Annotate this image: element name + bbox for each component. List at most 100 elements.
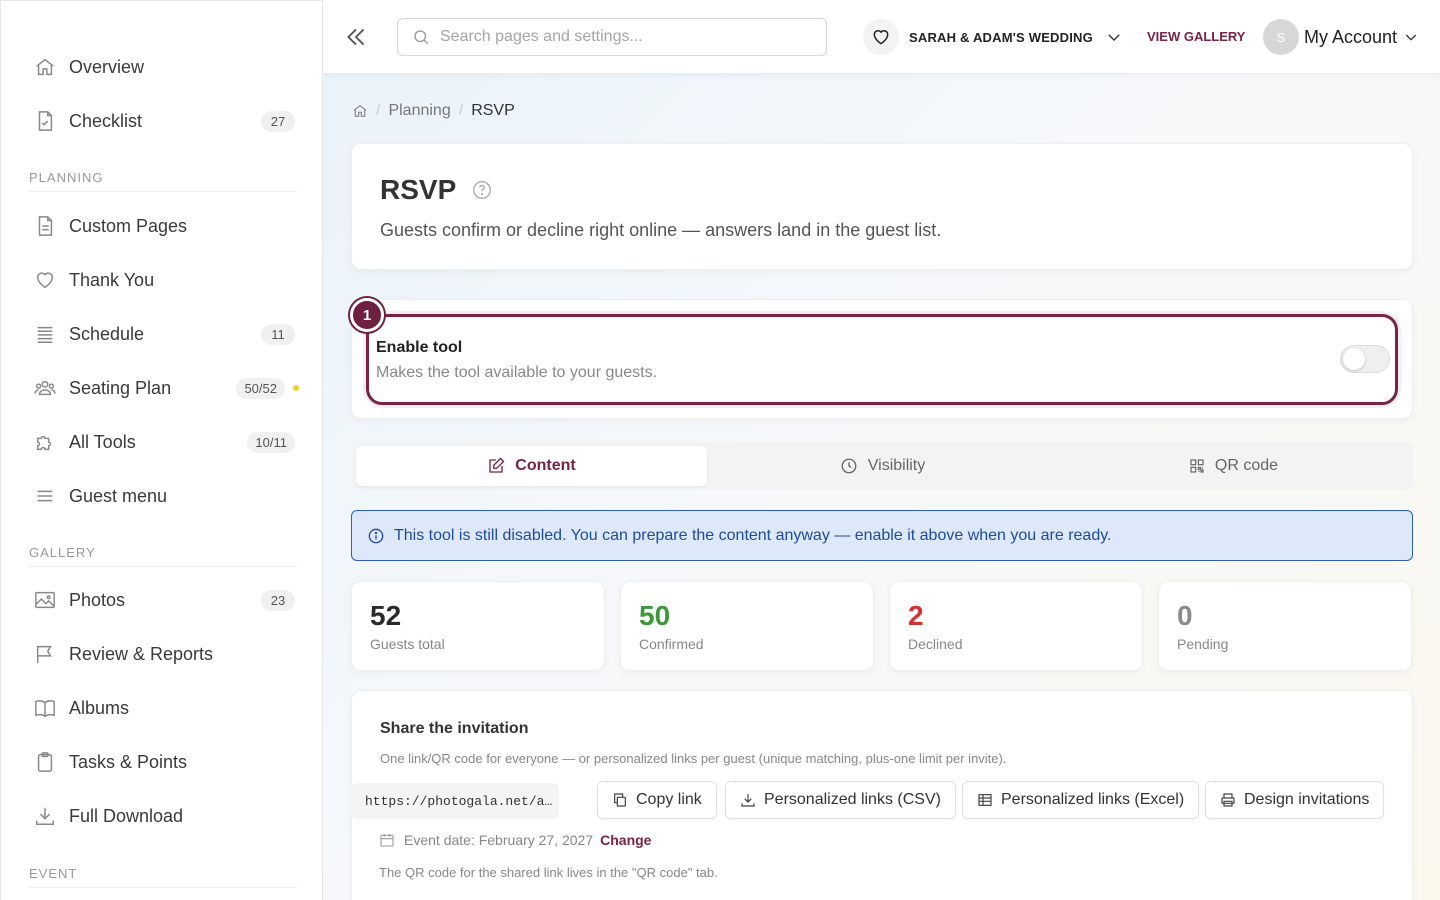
search-input[interactable] — [440, 28, 810, 46]
sidebar-item-label: Schedule — [69, 323, 145, 344]
sidebar-item-overview[interactable]: Overview — [29, 47, 295, 87]
sidebar-item-label: Checklist — [69, 110, 143, 131]
home-icon[interactable] — [352, 103, 368, 119]
share-subtitle: One link/QR code for everyone — or perso… — [380, 751, 1007, 766]
button-label: Design invitations — [1244, 791, 1370, 808]
stat-value: 50 — [639, 600, 671, 631]
sidebar-item-label: Overview — [69, 56, 145, 77]
sidebar-item-label: Photos — [69, 589, 126, 610]
stat-label: Declined — [908, 636, 963, 652]
menu-icon — [29, 485, 61, 507]
breadcrumb-planning[interactable]: Planning — [388, 102, 450, 120]
tab-content[interactable]: Content — [356, 446, 707, 486]
sidebar-item-label: Full Download — [69, 805, 184, 826]
event-name: SARAH & ADAM'S WEDDING — [909, 29, 1093, 45]
personalized-links-csv-button[interactable]: Personalized links (CSV) — [725, 781, 956, 819]
count-badge: 10/11 — [247, 431, 295, 453]
breadcrumb-separator: / — [458, 102, 464, 119]
double-chevron-left-icon — [347, 28, 365, 46]
header-card: RSVP Guests confirm or decline right onl… — [351, 143, 1413, 270]
checklist-icon — [29, 110, 61, 132]
clock-icon — [841, 458, 857, 474]
sidebar-item-checklist[interactable]: Checklist 27 — [29, 101, 295, 141]
copy-link-button[interactable]: Copy link — [597, 781, 717, 819]
sidebar-item-label: Thank You — [69, 269, 155, 290]
sidebar-item-full-download[interactable]: Full Download — [29, 796, 295, 836]
image-icon — [29, 589, 61, 611]
page-title: RSVP — [380, 174, 457, 205]
sidebar-item-guest-menu[interactable]: Guest menu — [29, 476, 295, 516]
heart-icon — [29, 269, 61, 291]
info-icon — [368, 528, 384, 543]
printer-icon — [1221, 793, 1235, 807]
sidebar-item-albums[interactable]: Albums — [29, 688, 295, 728]
help-icon[interactable] — [472, 180, 492, 200]
download-icon — [741, 794, 755, 807]
search-box[interactable] — [397, 18, 827, 56]
sidebar-item-thank-you[interactable]: Thank You — [29, 260, 295, 300]
event-date: Event date: February 27, 2027 — [404, 832, 594, 848]
account-menu[interactable]: S My Account — [1263, 18, 1419, 56]
sidebar: Overview Checklist 27 PLANNING Custom Pa… — [0, 0, 323, 900]
count-badge: 27 — [261, 110, 295, 132]
status-dot — [293, 385, 299, 391]
sidebar-item-photos[interactable]: Photos 23 — [29, 580, 295, 620]
section-heading-gallery: GALLERY — [29, 545, 297, 567]
main-content: SARAH & ADAM'S WEDDING VIEW GALLERY S My… — [323, 0, 1440, 900]
enable-tool-highlight: 1 Enable tool Makes the tool available t… — [350, 298, 1398, 405]
schedule-icon — [29, 323, 61, 345]
share-link-field[interactable]: https://photogala.net/a… — [351, 783, 559, 819]
sidebar-item-label: Review & Reports — [69, 643, 214, 664]
stat-label: Pending — [1177, 636, 1229, 652]
enable-tool-toggle[interactable] — [1340, 345, 1390, 373]
sidebar-item-label: Guest menu — [69, 485, 168, 506]
enable-tool-card: 1 Enable tool Makes the tool available t… — [350, 298, 1413, 419]
sidebar-item-custom-pages[interactable]: Custom Pages — [29, 206, 295, 246]
event-selector[interactable]: SARAH & ADAM'S WEDDING — [863, 18, 1123, 56]
stat-card-confirmed: 50 Confirmed — [620, 581, 874, 671]
stat-value: 2 — [908, 600, 924, 631]
stat-value: 52 — [370, 600, 402, 631]
personalized-links-excel-button[interactable]: Personalized links (Excel) — [962, 781, 1200, 819]
stat-value: 0 — [1177, 600, 1193, 631]
tab-qr-code[interactable]: QR code — [1058, 446, 1409, 486]
toggle-knob — [1343, 348, 1365, 370]
stat-card-pending: 0 Pending — [1158, 581, 1412, 671]
sidebar-item-tasks-points[interactable]: Tasks & Points — [29, 742, 295, 782]
design-invitations-button[interactable]: Design invitations — [1205, 781, 1385, 819]
home-icon — [29, 56, 61, 78]
sidebar-item-label: Custom Pages — [69, 215, 188, 236]
breadcrumb: / Planning / RSVP — [352, 102, 515, 120]
change-date-link[interactable]: Change — [600, 832, 651, 848]
count-badge: 11 — [261, 323, 295, 345]
chevron-down-icon — [1405, 34, 1417, 41]
section-heading-planning: PLANNING — [29, 170, 297, 192]
enable-tool-title: Enable tool — [376, 339, 463, 356]
stat-label: Confirmed — [639, 636, 704, 652]
sidebar-item-seating-plan[interactable]: Seating Plan 50/52 — [29, 368, 299, 408]
copy-icon — [614, 793, 626, 807]
calendar-icon — [380, 834, 394, 847]
sidebar-item-schedule[interactable]: Schedule 11 — [29, 314, 295, 354]
heart-icon — [863, 19, 899, 55]
sidebar-item-label: Tasks & Points — [69, 751, 188, 772]
qr-note: The QR code for the shared link lives in… — [379, 865, 718, 880]
view-gallery-link[interactable]: VIEW GALLERY — [1147, 29, 1245, 44]
event-date-row: Event date: February 27, 2027 Change — [379, 832, 651, 848]
account-label: My Account — [1304, 26, 1398, 47]
tab-bar: Content Visibility QR code — [352, 442, 1413, 490]
edit-icon — [489, 457, 505, 473]
sidebar-item-label: All Tools — [69, 431, 136, 452]
chevron-down-icon — [1108, 34, 1120, 41]
sidebar-item-all-tools[interactable]: All Tools 10/11 — [29, 422, 295, 462]
count-badge: 50/52 — [236, 377, 285, 399]
sidebar-item-review-reports[interactable]: Review & Reports — [29, 634, 295, 674]
collapse-sidebar-button[interactable] — [343, 24, 371, 52]
tab-label: Visibility — [867, 457, 926, 474]
download-icon — [29, 805, 61, 827]
avatar: S — [1263, 19, 1299, 55]
clipboard-icon — [29, 751, 61, 773]
tab-visibility[interactable]: Visibility — [707, 446, 1058, 486]
alert-text: This tool is still disabled. You can pre… — [394, 526, 1112, 544]
flag-icon — [29, 643, 61, 665]
